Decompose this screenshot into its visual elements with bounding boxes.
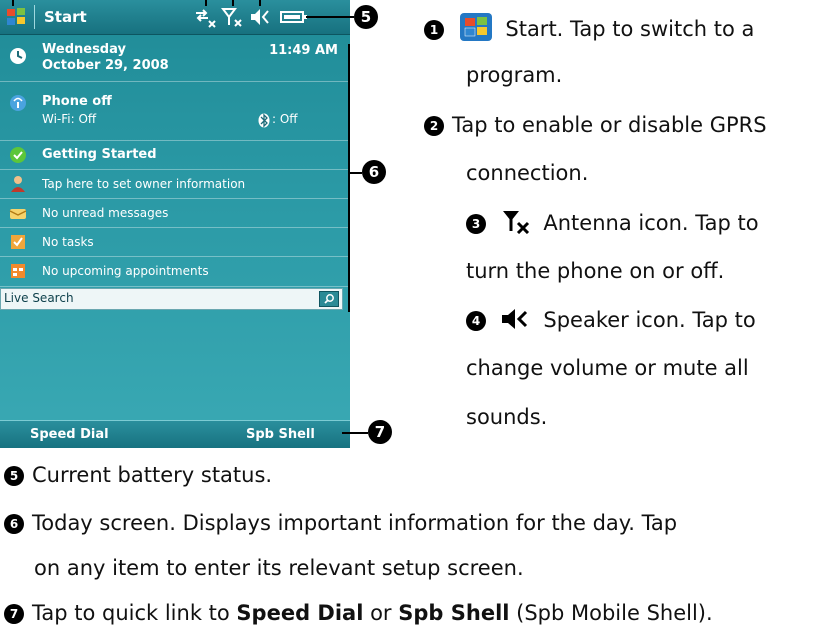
desc-4: 4 Speaker icon. Tap to bbox=[466, 306, 756, 334]
messaging-icon bbox=[9, 209, 27, 219]
callout-line-3 bbox=[232, 0, 234, 6]
desc-3: 3 Antenna icon. Tap to bbox=[466, 208, 759, 237]
desc-7-spb-shell: Spb Shell bbox=[398, 601, 510, 625]
bluetooth-status: : Off bbox=[272, 112, 298, 126]
desc-4-number: 4 bbox=[466, 311, 486, 331]
desc-6-text: Today screen. Displays important informa… bbox=[32, 511, 678, 535]
callout-badge-5: 5 bbox=[354, 5, 378, 29]
owner-info-row[interactable]: Tap here to set owner information bbox=[0, 170, 350, 199]
callout-badge-7: 7 bbox=[368, 420, 392, 444]
desc-5-number: 5 bbox=[4, 466, 24, 486]
desc-7-or: or bbox=[363, 601, 399, 625]
getting-started-row[interactable]: Getting Started bbox=[0, 141, 350, 170]
windows-start-icon[interactable] bbox=[6, 7, 26, 27]
date-line-weekday: Wednesday bbox=[42, 42, 126, 57]
appointments-label: No upcoming appointments bbox=[42, 264, 209, 278]
spb-shell-softkey[interactable]: Spb Shell bbox=[246, 427, 315, 442]
live-search-label: Live Search bbox=[4, 291, 74, 305]
desc-1-text: Start. Tap to switch to a bbox=[505, 17, 755, 41]
speaker-icon[interactable] bbox=[249, 6, 273, 28]
tasks-row[interactable]: No tasks bbox=[0, 228, 350, 257]
desc-4-text-line2: change volume or mute all bbox=[466, 356, 749, 380]
wifi-status: Wi-Fi: Off bbox=[42, 112, 97, 126]
desc-1-text-line2: program. bbox=[466, 63, 563, 87]
desc-6-number: 6 bbox=[4, 514, 24, 534]
messages-row[interactable]: No unread messages bbox=[0, 199, 350, 228]
callout-line-7 bbox=[342, 432, 368, 434]
desc-2-number: 2 bbox=[424, 116, 444, 136]
speed-dial-softkey[interactable]: Speed Dial bbox=[30, 427, 109, 442]
wireless-manager-icon bbox=[10, 95, 26, 111]
antenna-icon[interactable] bbox=[221, 6, 245, 28]
today-screen: Start Wednesday October 29, 2008 11:49 A… bbox=[0, 0, 350, 448]
getting-started-icon bbox=[10, 147, 26, 163]
appointments-row[interactable]: No upcoming appointments bbox=[0, 257, 350, 287]
antenna-icon bbox=[502, 211, 529, 235]
desc-5-text: Current battery status. bbox=[32, 463, 273, 487]
live-search-box[interactable]: Live Search bbox=[0, 288, 343, 310]
date-time-row[interactable]: Wednesday October 29, 2008 11:49 AM bbox=[0, 35, 350, 82]
bluetooth-icon bbox=[258, 113, 270, 128]
tasks-label: No tasks bbox=[42, 235, 94, 249]
desc-3-number: 3 bbox=[466, 214, 486, 234]
desc-7-prefix: Tap to quick link to bbox=[32, 601, 237, 625]
callout-line-5 bbox=[306, 16, 354, 18]
tasks-icon bbox=[11, 235, 25, 249]
desc-3-text: Antenna icon. Tap to bbox=[543, 211, 759, 235]
callout-badge-6: 6 bbox=[362, 160, 386, 184]
owner-info-label: Tap here to set owner information bbox=[42, 177, 246, 191]
callout-line-2 bbox=[205, 0, 207, 6]
owner-person-icon bbox=[11, 176, 25, 192]
time-display: 11:49 AM bbox=[269, 43, 338, 58]
desc-2: 2 Tap to enable or disable GPRS bbox=[424, 111, 767, 139]
desc-6: 6 Today screen. Displays important inform… bbox=[4, 509, 677, 537]
date-line-full: October 29, 2008 bbox=[42, 58, 169, 73]
search-icon[interactable] bbox=[319, 291, 339, 307]
title-bar: Start bbox=[0, 0, 350, 35]
battery-icon[interactable] bbox=[280, 11, 307, 23]
desc-2-text-line2: connection. bbox=[466, 161, 589, 185]
messages-label: No unread messages bbox=[42, 206, 169, 220]
clock-icon bbox=[10, 48, 26, 64]
desc-1-number: 1 bbox=[424, 20, 444, 40]
desc-2-text: Tap to enable or disable GPRS bbox=[452, 113, 767, 137]
windows-start-icon bbox=[459, 13, 492, 41]
phone-status-row[interactable]: Phone off Wi-Fi: Off : Off bbox=[0, 82, 350, 141]
gprs-connection-icon[interactable] bbox=[193, 6, 219, 28]
desc-1: 1 Start. Tap to switch to a bbox=[424, 12, 754, 43]
desc-4-text-line3: sounds. bbox=[466, 405, 548, 429]
desc-3-text-line2: turn the phone on or off. bbox=[466, 259, 725, 283]
soft-key-bar: Speed Dial Spb Shell bbox=[0, 420, 350, 448]
desc-7-number: 7 bbox=[4, 604, 24, 624]
desc-5: 5 Current battery status. bbox=[4, 461, 272, 489]
desc-7-suffix: (Spb Mobile Shell). bbox=[509, 601, 713, 625]
callout-bracket-6 bbox=[348, 44, 350, 312]
desc-4-text: Speaker icon. Tap to bbox=[543, 308, 756, 332]
callout-line-6 bbox=[348, 172, 362, 174]
speaker-icon bbox=[501, 309, 527, 329]
calendar-icon bbox=[11, 264, 25, 278]
start-title[interactable]: Start bbox=[44, 8, 87, 26]
phone-off-label: Phone off bbox=[42, 94, 112, 109]
callout-line-1 bbox=[12, 0, 14, 6]
title-separator bbox=[34, 5, 35, 29]
desc-6-text-line2: on any item to enter its relevant setup … bbox=[34, 556, 524, 580]
desc-7-speed-dial: Speed Dial bbox=[236, 601, 364, 625]
callout-line-4 bbox=[259, 0, 261, 6]
desc-7: 7 Tap to quick link to Speed Dial or Spb … bbox=[4, 599, 713, 627]
getting-started-label: Getting Started bbox=[42, 147, 157, 162]
